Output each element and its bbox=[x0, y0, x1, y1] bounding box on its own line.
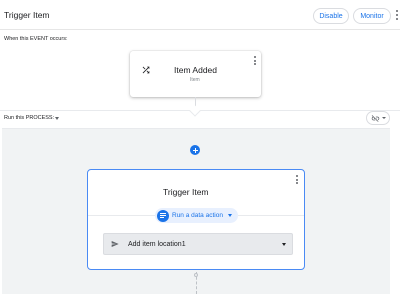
add-step-button[interactable] bbox=[190, 145, 200, 155]
link-off-icon bbox=[371, 115, 380, 122]
event-more-options-icon[interactable] bbox=[252, 56, 258, 66]
event-title: Item Added bbox=[174, 65, 218, 75]
page-title: Trigger Item bbox=[4, 10, 50, 20]
data-action-icon bbox=[157, 209, 169, 222]
action-type-label: Run a data action bbox=[172, 212, 223, 219]
top-bar: Trigger Item Disable Monitor bbox=[0, 0, 400, 30]
chevron-down-icon bbox=[228, 214, 232, 217]
action-type-dropdown[interactable]: Run a data action bbox=[155, 208, 238, 223]
action-select[interactable]: Add item location1 bbox=[103, 233, 293, 255]
step-title: Trigger Item bbox=[163, 187, 209, 197]
disable-button[interactable]: Disable bbox=[313, 8, 349, 24]
step-more-options-icon[interactable] bbox=[294, 175, 300, 185]
more-options-icon[interactable] bbox=[394, 10, 400, 22]
step-card[interactable]: Trigger Item Run a data action Add item … bbox=[87, 169, 305, 270]
connector-dot bbox=[194, 273, 198, 277]
action-select-value: Add item location1 bbox=[128, 241, 186, 248]
shuffle-icon bbox=[142, 66, 150, 74]
link-off-toggle[interactable] bbox=[366, 111, 390, 125]
process-dropdown-icon[interactable] bbox=[55, 117, 59, 120]
process-section-label: Run this PROCESS: bbox=[4, 115, 55, 121]
select-chevron-down-icon bbox=[282, 243, 286, 246]
send-icon bbox=[111, 241, 119, 247]
monitor-button[interactable]: Monitor bbox=[353, 8, 391, 24]
event-card[interactable]: Item Added Item bbox=[130, 51, 261, 97]
toggle-caret-icon bbox=[382, 117, 386, 119]
event-section-label: When this EVENT occurs: bbox=[4, 36, 68, 42]
divider-notch bbox=[189, 105, 201, 117]
event-subtitle: Item bbox=[190, 77, 200, 83]
